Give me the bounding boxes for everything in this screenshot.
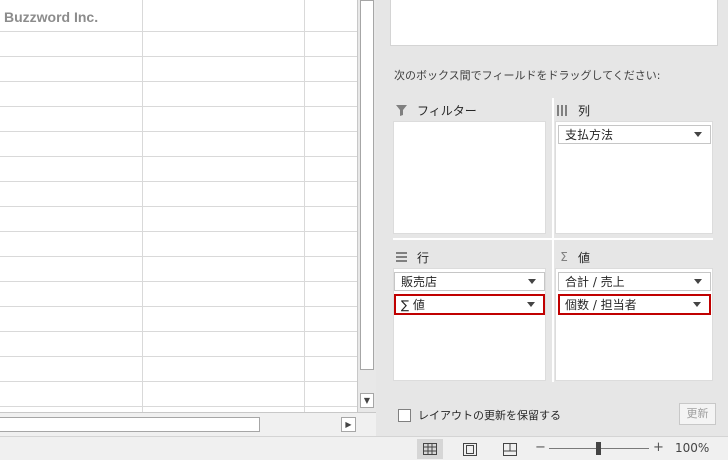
values-field-label: 個数 / 担当者 xyxy=(565,298,637,312)
grid-row-line xyxy=(0,131,357,132)
grid-row-line xyxy=(0,281,357,282)
horizontal-scrollbar[interactable]: ▶ xyxy=(0,412,376,436)
grid-row-line xyxy=(0,381,357,382)
page-break-preview-icon[interactable] xyxy=(497,439,523,459)
columns-drop-zone[interactable]: 支払方法 xyxy=(555,121,713,234)
grid-row-line xyxy=(0,56,357,57)
defer-update-option[interactable]: レイアウトの更新を保留する xyxy=(398,407,561,423)
columns-field-label: 支払方法 xyxy=(565,128,614,142)
grid-row-line xyxy=(0,231,357,232)
grid-row-line xyxy=(0,331,357,332)
columns-field-chip[interactable]: 支払方法 xyxy=(558,125,711,144)
filter-drop-zone[interactable] xyxy=(393,121,546,234)
area-divider-horizontal xyxy=(393,238,713,240)
zoom-in-button[interactable]: + xyxy=(653,440,664,455)
zoom-out-button[interactable]: − xyxy=(535,440,546,455)
values-area-header: Σ 値 xyxy=(557,248,590,266)
grid-row-line xyxy=(0,81,357,82)
drag-instruction: 次のボックス間でフィールドをドラッグしてください: xyxy=(394,69,661,82)
update-button[interactable]: 更新 xyxy=(679,403,716,425)
grid-row-line xyxy=(0,106,357,107)
funnel-icon xyxy=(396,104,410,116)
field-list-box[interactable] xyxy=(390,0,718,46)
rows-area-header: 行 xyxy=(396,248,429,266)
chevron-down-icon[interactable] xyxy=(694,278,702,284)
rows-icon xyxy=(396,252,410,262)
values-field-chip[interactable]: 合計 / 売上 xyxy=(558,272,711,291)
grid-row-line xyxy=(0,256,357,257)
rows-field-label: 販売店 xyxy=(401,275,438,289)
defer-update-checkbox[interactable] xyxy=(398,408,411,422)
pivot-field-pane: 次のボックス間でフィールドをドラッグしてください: フィルター 列 支払方法 行… xyxy=(376,0,728,436)
vertical-scrollbar[interactable]: ▼ xyxy=(357,0,376,412)
rows-values-chip-selected[interactable]: ∑ 値 xyxy=(394,294,545,315)
values-area-title: 値 xyxy=(578,250,591,265)
scroll-down-button[interactable]: ▼ xyxy=(360,393,374,408)
columns-area-title: 列 xyxy=(578,103,591,118)
grid-row-line xyxy=(0,31,357,32)
rows-values-label: ∑ 値 xyxy=(401,298,425,312)
rows-area-title: 行 xyxy=(417,250,430,265)
rows-field-chip[interactable]: 販売店 xyxy=(394,272,545,291)
values-field-chip-selected[interactable]: 個数 / 担当者 xyxy=(558,294,711,315)
chevron-down-icon[interactable] xyxy=(528,278,536,284)
cell-company-name[interactable]: Buzzword Inc. xyxy=(4,9,98,25)
grid-row-line xyxy=(0,406,357,407)
scroll-right-button[interactable]: ▶ xyxy=(341,417,356,432)
zoom-percentage[interactable]: 100% xyxy=(675,441,709,455)
chevron-down-icon[interactable] xyxy=(694,131,702,137)
grid-row-line xyxy=(0,206,357,207)
excel-window: Buzzword Inc. ▼ ▶ 次のボックス間でフィールドをドラッグしてくだ… xyxy=(0,0,728,460)
values-field-label: 合計 / 売上 xyxy=(565,275,625,289)
sigma-icon: Σ xyxy=(560,250,568,264)
columns-area-header: 列 xyxy=(557,101,590,119)
worksheet-grid[interactable]: Buzzword Inc. xyxy=(0,0,357,412)
chevron-down-icon[interactable] xyxy=(527,301,535,307)
grid-row-line xyxy=(0,181,357,182)
chevron-down-icon[interactable] xyxy=(693,301,701,307)
status-bar: − + 100% xyxy=(0,436,728,460)
grid-row-line xyxy=(0,356,357,357)
filter-area-title: フィルター xyxy=(417,103,477,118)
normal-view-icon[interactable] xyxy=(417,439,443,459)
vertical-scroll-thumb[interactable] xyxy=(360,0,374,370)
columns-icon xyxy=(557,104,571,116)
zoom-slider-thumb[interactable] xyxy=(596,442,601,455)
filter-area-header: フィルター xyxy=(396,101,477,119)
grid-row-line xyxy=(0,156,357,157)
values-drop-zone[interactable]: 合計 / 売上 個数 / 担当者 xyxy=(555,268,713,381)
defer-update-label: レイアウトの更新を保留する xyxy=(418,409,561,422)
horizontal-scroll-thumb[interactable] xyxy=(0,417,260,432)
rows-drop-zone[interactable]: 販売店 ∑ 値 xyxy=(393,268,546,381)
area-divider-vertical xyxy=(552,98,554,382)
page-layout-view-icon[interactable] xyxy=(457,439,483,459)
grid-row-line xyxy=(0,306,357,307)
